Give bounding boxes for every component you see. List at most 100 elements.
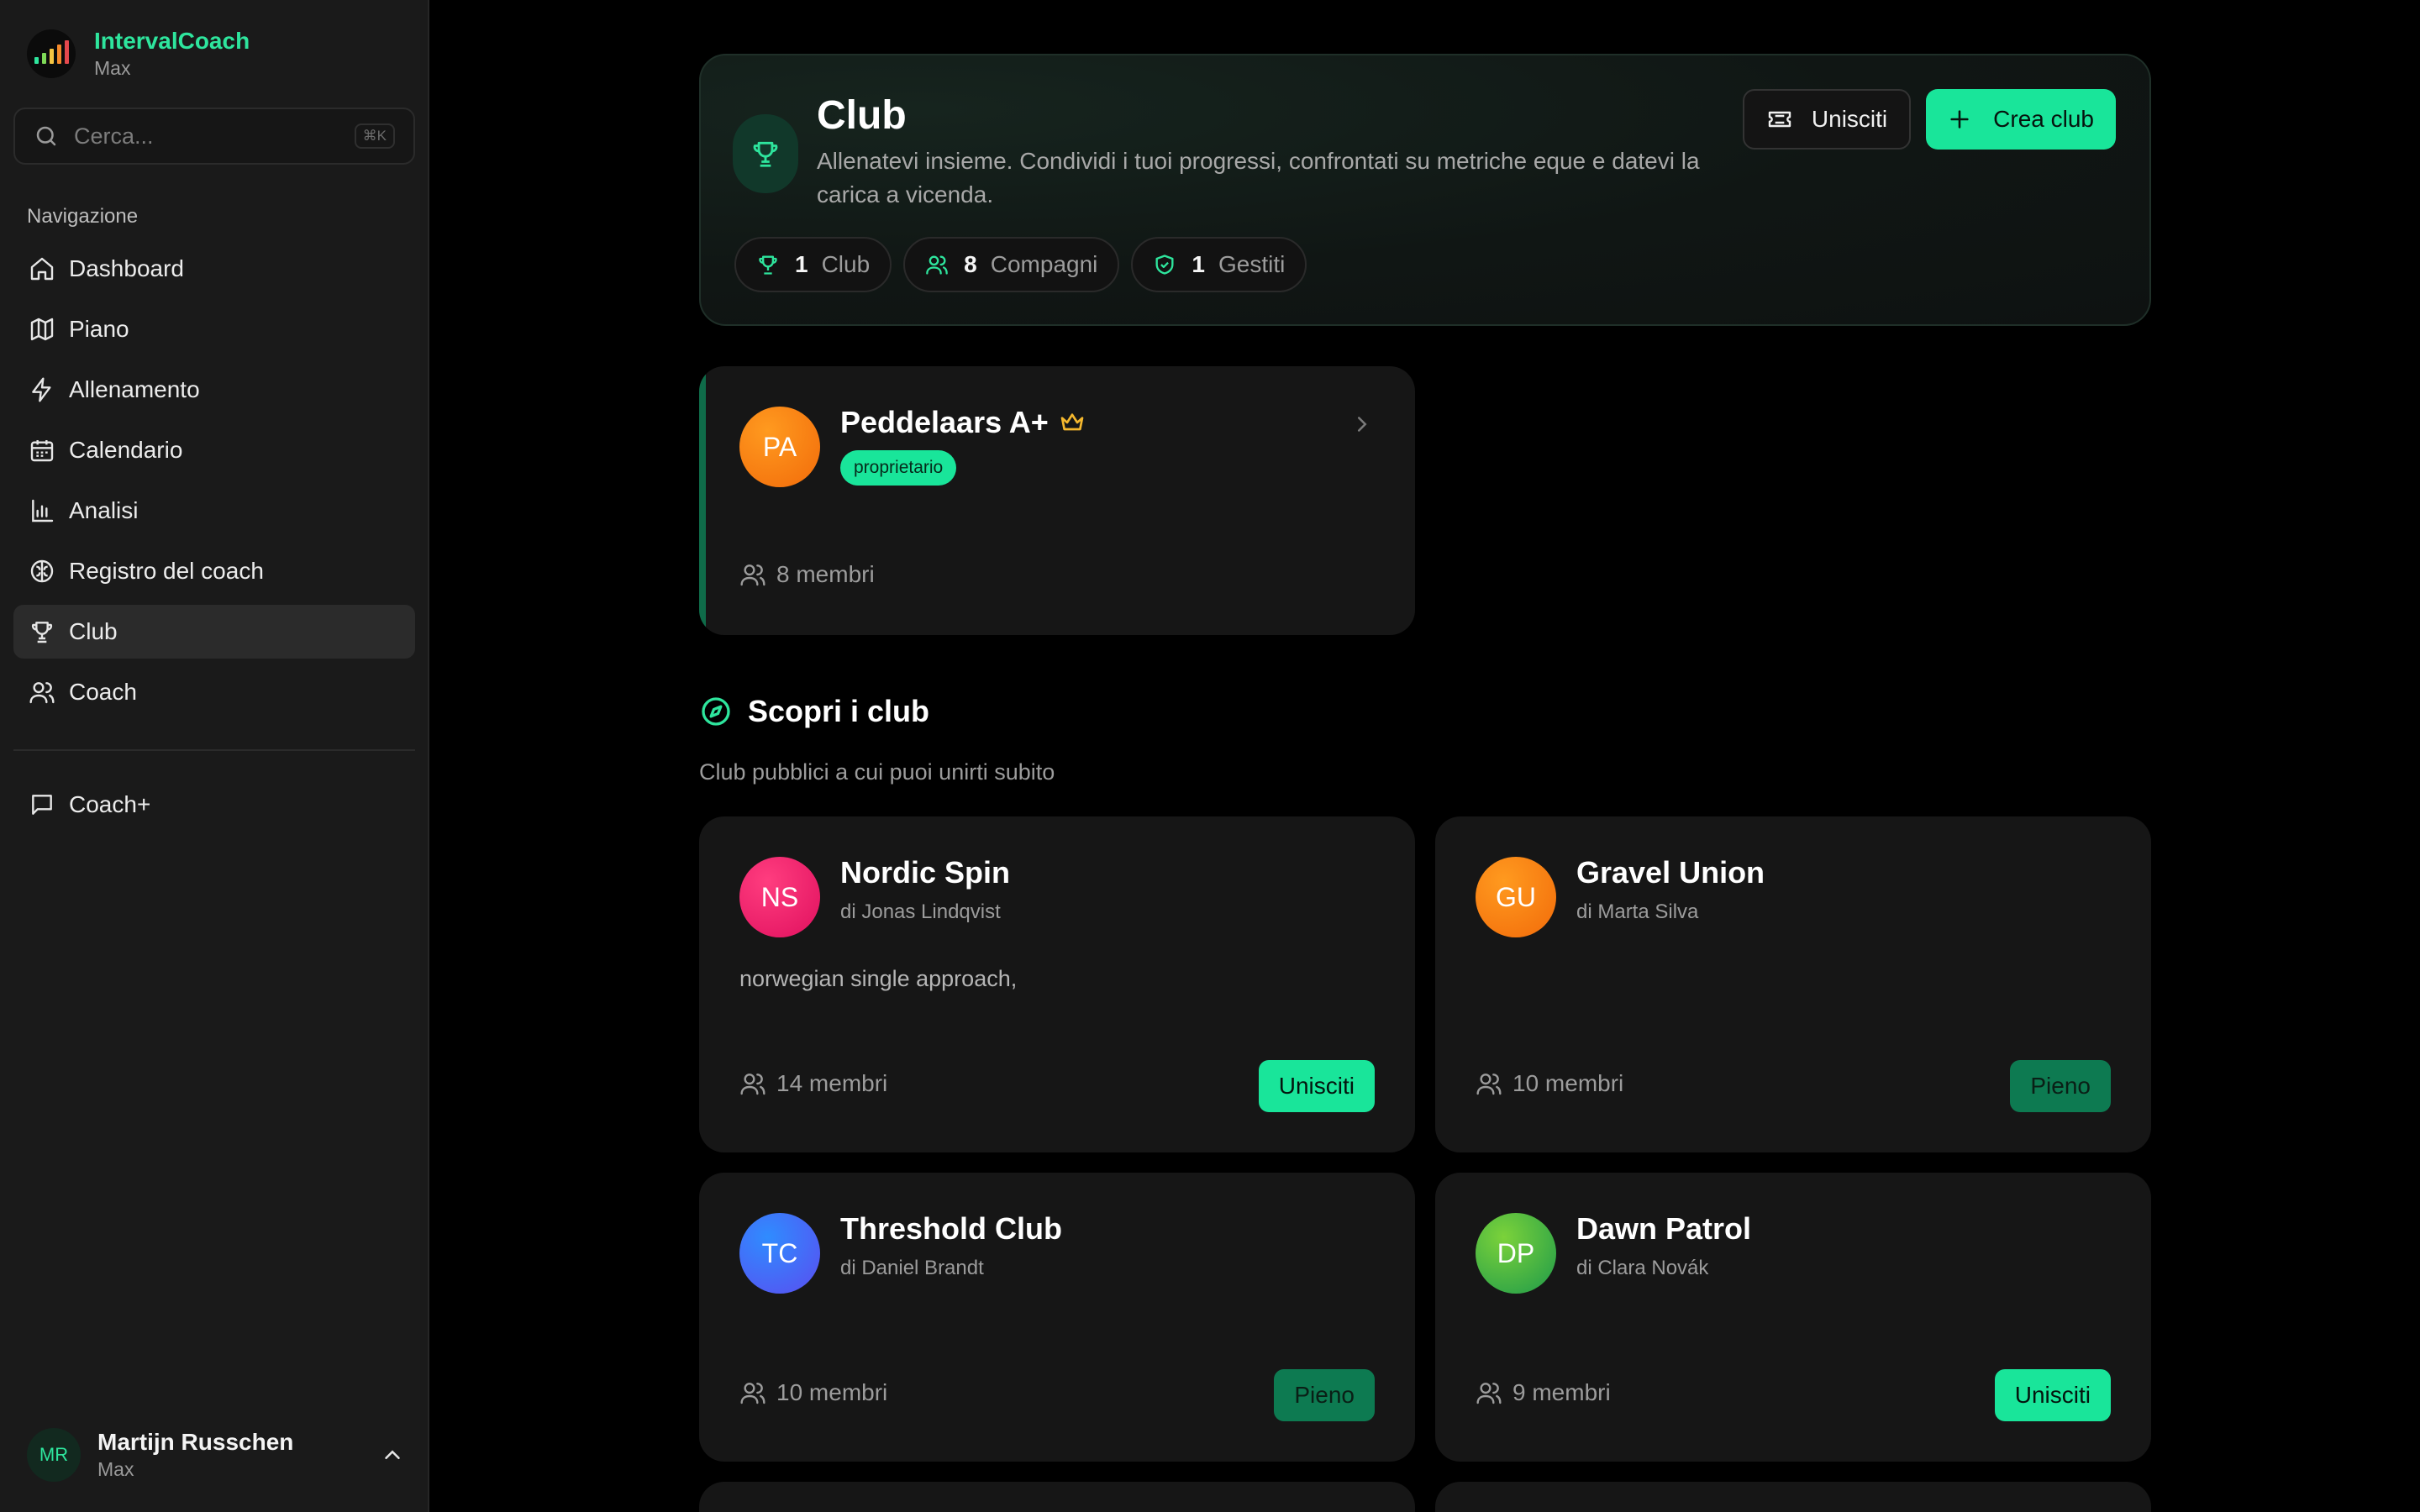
club-name: Gravel Union xyxy=(1576,855,1765,890)
nav-heading: Navigazione xyxy=(27,205,139,228)
sidebar-item-label: Allenamento xyxy=(69,376,200,402)
nav-divider xyxy=(13,749,415,751)
home-icon xyxy=(30,257,54,281)
page-title: Club xyxy=(817,93,907,138)
club-owner: di Marta Silva xyxy=(1576,900,1699,923)
stat-value: 8 xyxy=(964,251,977,277)
member-count: 10 membri xyxy=(739,1379,887,1406)
join-club-label: Unisciti xyxy=(1811,106,1888,132)
stat-compagni: 8 Compagni xyxy=(903,237,1120,292)
app-subtitle: Max xyxy=(94,57,131,79)
sidebar: IntervalCoach Max Cerca... ⌘K Navigazion… xyxy=(0,0,429,1512)
create-club-button[interactable]: Crea club xyxy=(1926,89,2116,150)
member-count: 14 membri xyxy=(739,1070,887,1097)
stat-label: Gestiti xyxy=(1218,251,1286,277)
trophy-icon xyxy=(753,141,778,167)
join-club-button[interactable]: Unisciti xyxy=(1742,89,1912,150)
crown-icon xyxy=(1060,413,1084,431)
club-avatar: DP xyxy=(1476,1213,1556,1294)
full-button[interactable]: Pieno xyxy=(2010,1060,2111,1112)
club-name: Dawn Patrol xyxy=(1576,1211,1752,1246)
calendar-icon xyxy=(30,440,54,462)
brain-icon xyxy=(30,559,54,583)
club-card-dawn-patrol[interactable]: DP Dawn Patrol di Clara Novák 9 membri U… xyxy=(1435,1173,2151,1462)
sidebar-item-allenamento[interactable]: Allenamento xyxy=(13,363,415,417)
my-club-card[interactable]: PA Peddelaars A+ proprietario 8 membri xyxy=(699,366,1415,635)
sidebar-item-piano[interactable]: Piano xyxy=(13,302,415,356)
discover-title-text: Scopri i club xyxy=(748,694,930,728)
users-icon xyxy=(926,255,949,275)
search-placeholder: Cerca... xyxy=(74,123,154,149)
sidebar-item-club[interactable]: Club xyxy=(13,605,415,659)
sidebar-item-analisi[interactable]: Analisi xyxy=(13,484,415,538)
club-owner: di Jonas Lindqvist xyxy=(840,900,1001,923)
shield-check-icon xyxy=(1155,255,1174,275)
app-name: IntervalCoach xyxy=(94,28,250,54)
club-owner: di Clara Novák xyxy=(1576,1257,1709,1279)
club-name-text: Peddelaars A+ xyxy=(840,405,1049,439)
club-card-threshold-club[interactable]: TC Threshold Club di Daniel Brandt 10 me… xyxy=(699,1173,1415,1462)
member-count-text: 10 membri xyxy=(1512,1070,1624,1096)
map-icon xyxy=(30,318,54,341)
member-count: 8 membri xyxy=(739,561,875,588)
club-name: Threshold Club xyxy=(840,1211,1062,1246)
sidebar-item-label: Calendario xyxy=(69,437,183,463)
join-button[interactable]: Unisciti xyxy=(1258,1060,1375,1112)
member-count: 9 membri xyxy=(1476,1379,1611,1406)
sidebar-item-coach[interactable]: Coach xyxy=(13,665,415,719)
avatar: MR xyxy=(27,1428,81,1482)
compass-icon xyxy=(702,697,730,726)
member-count-text: 9 membri xyxy=(1512,1379,1611,1405)
user-subtitle: Max xyxy=(97,1458,134,1480)
search-shortcut: ⌘K xyxy=(354,123,395,149)
stat-gestiti: 1 Gestiti xyxy=(1131,237,1307,292)
club-card-partial[interactable] xyxy=(1435,1482,2151,1512)
sidebar-item-label: Dashboard xyxy=(69,255,184,281)
page-description: Allenatevi insieme. Condividi i tuoi pro… xyxy=(817,148,1700,207)
member-count-text: 14 membri xyxy=(776,1070,888,1096)
sidebar-item-label: Coach+ xyxy=(69,791,151,817)
trophy-icon xyxy=(759,255,777,275)
sidebar-item-coach-plus[interactable]: Coach+ xyxy=(13,778,415,832)
bar-chart-icon xyxy=(32,499,54,522)
club-card-gravel-union[interactable]: GU Gravel Union di Marta Silva 10 membri… xyxy=(1435,816,2151,1152)
club-description: norwegian single approach, xyxy=(739,966,1018,991)
stat-label: Club xyxy=(821,251,871,277)
sidebar-item-calendario[interactable]: Calendario xyxy=(13,423,415,477)
search-input[interactable]: Cerca... ⌘K xyxy=(13,108,415,165)
nav-extra: Coach+ xyxy=(13,778,415,838)
stat-club: 1 Club xyxy=(734,237,892,292)
club-card-partial[interactable] xyxy=(699,1482,1415,1512)
chevron-up-icon[interactable] xyxy=(380,1442,405,1467)
full-button[interactable]: Pieno xyxy=(1274,1369,1375,1421)
brand[interactable]: IntervalCoach Max xyxy=(27,27,250,81)
chat-icon xyxy=(32,795,52,815)
user-name: Martijn Russchen xyxy=(97,1429,294,1455)
club-hero: Club Allenatevi insieme. Condividi i tuo… xyxy=(699,54,2151,326)
user-menu[interactable]: MR Martijn Russchen Max xyxy=(27,1428,405,1482)
hero-actions: Unisciti Crea club xyxy=(1742,89,2116,150)
club-owner: di Daniel Brandt xyxy=(840,1257,984,1279)
users-icon xyxy=(740,564,765,586)
join-button[interactable]: Unisciti xyxy=(1994,1369,2111,1421)
nav-list: Dashboard Piano Allenamento Calendario A… xyxy=(13,242,415,726)
discover-heading: Scopri i club xyxy=(699,694,929,729)
sidebar-item-dashboard[interactable]: Dashboard xyxy=(13,242,415,296)
chevron-right-icon[interactable] xyxy=(1349,412,1375,437)
stat-value: 1 xyxy=(1192,251,1205,277)
club-avatar: GU xyxy=(1476,857,1556,937)
search-icon xyxy=(36,126,56,146)
stat-label: Compagni xyxy=(990,251,1098,277)
sidebar-item-label: Club xyxy=(69,618,118,644)
create-club-label: Crea club xyxy=(1993,106,2094,132)
club-name: Peddelaars A+ xyxy=(840,405,1086,440)
member-count: 10 membri xyxy=(1476,1070,1623,1097)
club-card-nordic-spin[interactable]: NS Nordic Spin di Jonas Lindqvist norweg… xyxy=(699,816,1415,1152)
app-root: IntervalCoach Max Cerca... ⌘K Navigazion… xyxy=(0,0,2420,1512)
plus-icon xyxy=(1950,110,1969,129)
club-avatar: NS xyxy=(739,857,820,937)
sidebar-item-registro[interactable]: Registro del coach xyxy=(13,544,415,598)
hero-trophy-badge xyxy=(733,114,798,193)
trophy-icon xyxy=(31,622,53,643)
users-icon xyxy=(740,1074,765,1095)
